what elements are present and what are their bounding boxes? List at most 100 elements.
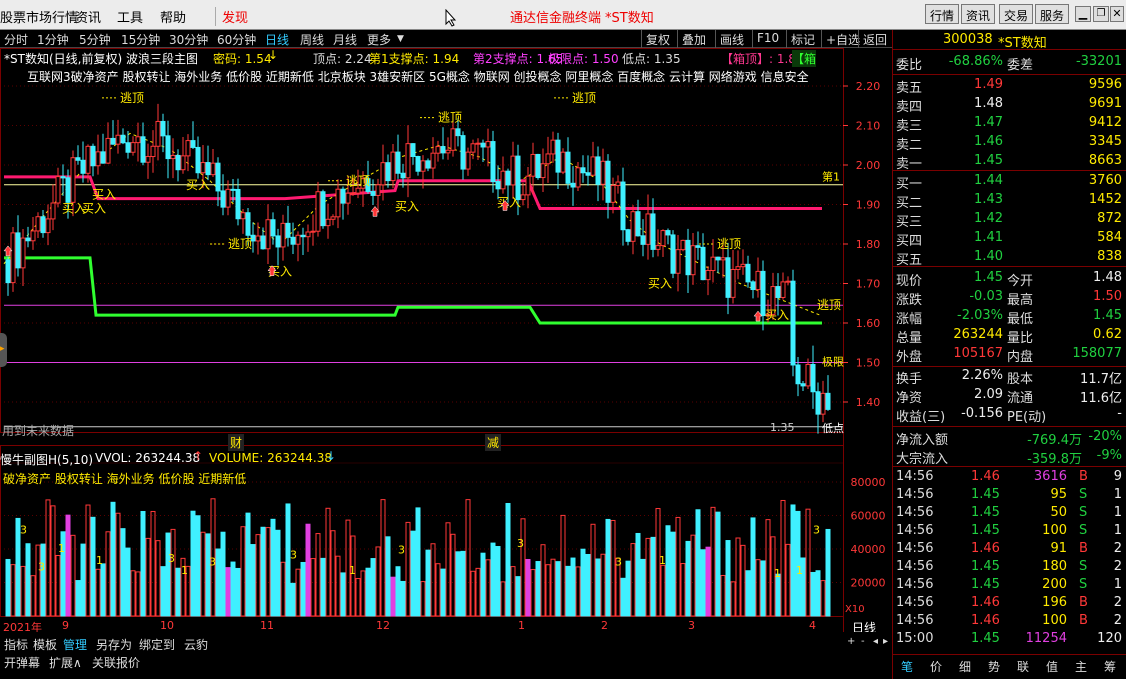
candle-body [70,157,76,203]
volume-bar [540,544,546,617]
price-tick-label: 1.70 [856,278,881,291]
candle-body [410,143,416,157]
stat-label: 最低 [1007,312,1034,327]
volume-bar [765,519,771,617]
tab-save-as[interactable]: 另存为 [96,636,132,653]
minimize-icon[interactable]: ▁ [1075,6,1091,22]
mark-button[interactable]: 标记 [786,30,819,48]
arrow-left-icon[interactable]: ◂ [873,636,878,647]
candle-body [225,188,231,208]
menu-discover[interactable]: 发现 [215,7,248,26]
close-icon[interactable]: ✕ [1110,6,1124,22]
related-quote-button[interactable]: 关联报价 [92,654,140,671]
restore-icon[interactable]: ❐ [1093,6,1109,22]
danmaku-toggle[interactable]: 开弹幕 [4,654,40,671]
tab-template[interactable]: 模板 [33,636,57,653]
finance-marker[interactable]: 财 [228,434,245,451]
volume-marker: 1 [181,564,188,577]
zoom-in-icon[interactable]: + [847,636,855,647]
menu-market[interactable]: 股票市场行情 [0,7,78,26]
panel-tab[interactable]: 主 [1075,658,1087,675]
tab-manage[interactable]: 管理 [63,636,87,653]
tab-bind-to[interactable]: 绑定到 [139,636,175,653]
candle-body [240,212,246,220]
period-60min[interactable]: 60分钟 [217,31,256,48]
menu-help[interactable]: 帮助 [160,7,186,26]
panel-tab[interactable]: 价 [930,658,942,675]
stat-label: 总量 [896,331,923,346]
candle-body [290,236,296,245]
panel-tab[interactable]: 细 [959,658,971,675]
zoom-out-icon[interactable]: - [861,636,865,647]
trade-count: 2 [1113,559,1122,574]
candle-body [780,281,786,298]
adjust-button[interactable]: 复权 [641,30,674,48]
candle-body [525,175,531,196]
volume-bar [55,554,61,617]
header-news-button[interactable]: 资讯 [961,4,996,24]
f10-button[interactable]: F10 [752,30,783,48]
panel-tab[interactable]: 筹 [1104,658,1116,675]
candle-body [805,363,811,387]
stat-row: 涨跌 -0.03 最高 1.50 [893,288,1126,308]
expand-toggle[interactable]: 扩展∧ [49,654,82,671]
volume-bar [485,559,491,617]
period-1min[interactable]: 1分钟 [37,31,69,48]
period-intraday[interactable]: 分时 [4,31,28,48]
header-service-button[interactable]: 服务 [1035,4,1070,24]
panel-tab[interactable]: 势 [988,658,1000,675]
bigflow-row: 大宗流入 -359.8万 -9% [893,447,1126,467]
kline-chart-area[interactable]: 2.20 2.10 2.00 1.90 1.80 1.70 1.60 1.50 1.40 8000… [0,48,892,635]
menu-news[interactable]: 资讯 [75,7,101,26]
candle-body [5,259,11,284]
candle-body [600,160,606,185]
trade-price: 1.45 [971,577,1000,592]
chevron-down-icon[interactable]: ▼ [397,34,404,44]
reduce-marker[interactable]: 减 [485,434,502,451]
bid-row: 买四 1.41 584 [893,229,1126,249]
candle-body [185,140,191,157]
chart-canvas[interactable]: 2.20 2.10 2.00 1.90 1.80 1.70 1.60 1.50 1.40 8000… [0,48,892,632]
candle-body [330,216,336,220]
period-daily[interactable]: 日线 [265,31,289,48]
trade-side: S [1079,559,1088,574]
period-monthly[interactable]: 月线 [333,31,357,48]
period-5min[interactable]: 5分钟 [79,31,111,48]
bid-volume: 3760 [1088,173,1122,188]
arrow-right-icon[interactable]: ▸ [883,636,888,647]
candle-body [425,160,431,169]
stat-value: 11.6亿 [1080,391,1122,406]
collapse-sidebar-handle[interactable]: ▸ [0,333,7,367]
candle-body [220,190,226,208]
volume-marker: 3 [398,544,405,557]
period-more[interactable]: 更多 [367,31,391,48]
back-button[interactable]: 返回 [858,30,891,48]
ask-row: 卖四 1.48 9691 [893,95,1126,115]
stat-label: 收益(三) [896,410,946,425]
candle-body [285,222,291,238]
candle-body [585,172,591,176]
volume-bar [280,561,286,617]
panel-tab[interactable]: 联 [1017,658,1029,675]
tab-cloud[interactable]: 云豹 [184,636,208,653]
volume-bar [435,563,441,617]
draw-button[interactable]: 画线 [715,30,748,48]
menu-tools[interactable]: 工具 [117,7,143,26]
header-market-button[interactable]: 行情 [925,4,960,24]
stat-value: -2.03% [957,308,1003,323]
candle-body [405,143,411,179]
volume-bar [25,543,31,617]
panel-tab[interactable]: 笔 [901,658,913,675]
period-30min[interactable]: 30分钟 [169,31,208,48]
period-weekly[interactable]: 周线 [300,31,324,48]
candle-body [260,235,266,250]
candle-body [480,142,486,148]
volume-bar [205,533,211,617]
period-15min[interactable]: 15分钟 [121,31,160,48]
trade-price: 1.45 [971,631,1000,646]
header-trade-button[interactable]: 交易 [999,4,1034,24]
overlay-button[interactable]: 叠加 [677,30,710,48]
tab-indicator[interactable]: 指标 [4,636,28,653]
panel-tab[interactable]: 值 [1046,658,1058,675]
buy-label: 买入 [186,178,210,192]
